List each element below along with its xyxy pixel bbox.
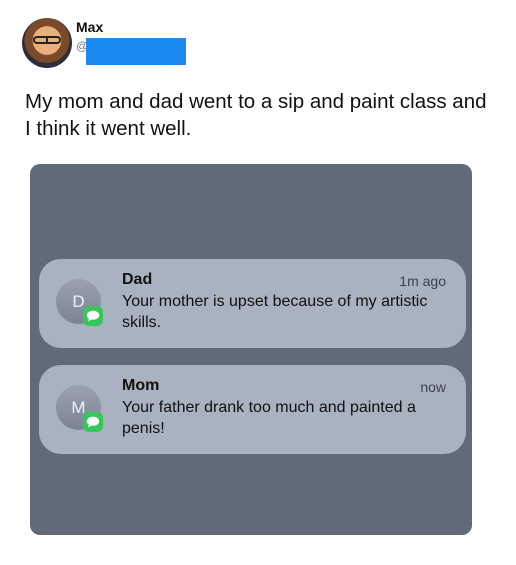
handle-redaction [86, 38, 186, 65]
messages-icon [83, 306, 103, 326]
notification-body: Your father drank too much and painted a… [122, 399, 416, 437]
tweet-text: My mom and dad went to a sip and paint c… [25, 90, 487, 140]
author-name[interactable]: Max [76, 19, 103, 35]
tweet-header: Max @ [22, 18, 492, 72]
profile-avatar[interactable] [22, 18, 72, 68]
tweet-image-screenshot[interactable]: D Dad 1m ago Your mother is upset becaus… [30, 164, 472, 535]
notification-card-mom[interactable]: M Mom now Your father drank too much and… [39, 365, 466, 454]
notification-body: Your mother is upset because of my artis… [122, 293, 428, 331]
notification-time: 1m ago [399, 273, 446, 289]
notification-sender: Dad [122, 271, 153, 288]
messages-icon [83, 412, 103, 432]
notification-time: now [420, 379, 446, 395]
notification-sender: Mom [122, 377, 160, 394]
glasses-icon [33, 36, 61, 44]
notification-card-dad[interactable]: D Dad 1m ago Your mother is upset becaus… [39, 259, 466, 348]
